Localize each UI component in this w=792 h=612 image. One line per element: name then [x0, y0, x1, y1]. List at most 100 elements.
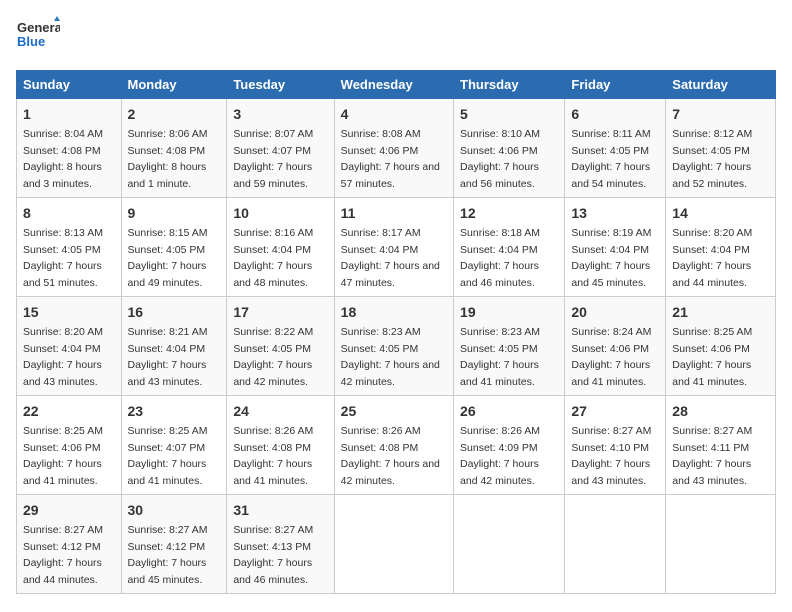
cell-info: Sunrise: 8:23 AMSunset: 4:05 PMDaylight:… [460, 326, 540, 388]
cell-info: Sunrise: 8:27 AMSunset: 4:11 PMDaylight:… [672, 425, 752, 487]
cell-info: Sunrise: 8:06 AMSunset: 4:08 PMDaylight:… [128, 128, 208, 190]
day-number: 11 [341, 203, 447, 224]
cell-info: Sunrise: 8:13 AMSunset: 4:05 PMDaylight:… [23, 227, 103, 289]
cell-info: Sunrise: 8:23 AMSunset: 4:05 PMDaylight:… [341, 326, 440, 388]
day-cell: 10Sunrise: 8:16 AMSunset: 4:04 PMDayligh… [227, 198, 334, 297]
col-header-sunday: Sunday [17, 71, 122, 99]
day-cell: 19 Sunrise: 8:23 AMSunset: 4:05 PMDayligh… [454, 297, 565, 396]
day-number: 28 [672, 401, 769, 422]
day-number: 16 [128, 302, 221, 323]
cell-info: Sunrise: 8:20 AMSunset: 4:04 PMDaylight:… [23, 326, 103, 388]
cell-info: Sunrise: 8:04 AMSunset: 4:08 PMDaylight:… [23, 128, 103, 190]
day-number: 1 [23, 104, 115, 125]
day-cell: 24 Sunrise: 8:26 AMSunset: 4:08 PMDayligh… [227, 396, 334, 495]
day-cell: 16 Sunrise: 8:21 AMSunset: 4:04 PMDayligh… [121, 297, 227, 396]
day-number: 2 [128, 104, 221, 125]
day-cell: 5 Sunrise: 8:10 AMSunset: 4:06 PMDaylight… [454, 99, 565, 198]
day-cell: 20 Sunrise: 8:24 AMSunset: 4:06 PMDayligh… [565, 297, 666, 396]
col-header-wednesday: Wednesday [334, 71, 453, 99]
day-number: 6 [571, 104, 659, 125]
day-cell: 14 Sunrise: 8:20 AMSunset: 4:04 PMDayligh… [666, 198, 776, 297]
logo: General Blue [16, 16, 60, 60]
logo-svg: General Blue [16, 16, 60, 60]
col-header-saturday: Saturday [666, 71, 776, 99]
cell-info: Sunrise: 8:10 AMSunset: 4:06 PMDaylight:… [460, 128, 540, 190]
day-cell: 3 Sunrise: 8:07 AMSunset: 4:07 PMDaylight… [227, 99, 334, 198]
day-number: 27 [571, 401, 659, 422]
cell-info: Sunrise: 8:12 AMSunset: 4:05 PMDaylight:… [672, 128, 752, 190]
cell-info: Sunrise: 8:11 AMSunset: 4:05 PMDaylight:… [571, 128, 650, 190]
day-cell: 31 Sunrise: 8:27 AMSunset: 4:13 PMDayligh… [227, 495, 334, 594]
day-cell: 22 Sunrise: 8:25 AMSunset: 4:06 PMDayligh… [17, 396, 122, 495]
day-number: 12 [460, 203, 558, 224]
cell-info: Sunrise: 8:15 AMSunset: 4:05 PMDaylight:… [128, 227, 208, 289]
day-number: 26 [460, 401, 558, 422]
cell-info: Sunrise: 8:27 AMSunset: 4:12 PMDaylight:… [128, 524, 208, 586]
day-number: 31 [233, 500, 327, 521]
day-cell [565, 495, 666, 594]
day-cell: 9 Sunrise: 8:15 AMSunset: 4:05 PMDaylight… [121, 198, 227, 297]
cell-info: Sunrise: 8:26 AMSunset: 4:08 PMDaylight:… [233, 425, 313, 487]
day-number: 13 [571, 203, 659, 224]
cell-info: Sunrise: 8:19 AMSunset: 4:04 PMDaylight:… [571, 227, 651, 289]
cell-info: Sunrise: 8:20 AMSunset: 4:04 PMDaylight:… [672, 227, 752, 289]
day-cell: 11 Sunrise: 8:17 AMSunset: 4:04 PMDayligh… [334, 198, 453, 297]
day-cell [666, 495, 776, 594]
day-number: 9 [128, 203, 221, 224]
cell-info: Sunrise: 8:26 AMSunset: 4:08 PMDaylight:… [341, 425, 440, 487]
cell-info: Sunrise: 8:21 AMSunset: 4:04 PMDaylight:… [128, 326, 208, 388]
day-cell: 25Sunrise: 8:26 AMSunset: 4:08 PMDayligh… [334, 396, 453, 495]
svg-text:Blue: Blue [17, 34, 45, 49]
day-number: 22 [23, 401, 115, 422]
week-row-1: 1 Sunrise: 8:04 AMSunset: 4:08 PMDaylight… [17, 99, 776, 198]
cell-info: Sunrise: 8:25 AMSunset: 4:07 PMDaylight:… [128, 425, 208, 487]
cell-info: Sunrise: 8:08 AMSunset: 4:06 PMDaylight:… [341, 128, 440, 190]
day-cell: 12Sunrise: 8:18 AMSunset: 4:04 PMDayligh… [454, 198, 565, 297]
day-cell: 26 Sunrise: 8:26 AMSunset: 4:09 PMDayligh… [454, 396, 565, 495]
day-cell [334, 495, 453, 594]
header: General Blue [16, 16, 776, 60]
day-number: 14 [672, 203, 769, 224]
day-cell: 8 Sunrise: 8:13 AMSunset: 4:05 PMDaylight… [17, 198, 122, 297]
col-header-thursday: Thursday [454, 71, 565, 99]
header-row: SundayMondayTuesdayWednesdayThursdayFrid… [17, 71, 776, 99]
cell-info: Sunrise: 8:07 AMSunset: 4:07 PMDaylight:… [233, 128, 313, 190]
day-number: 3 [233, 104, 327, 125]
day-number: 29 [23, 500, 115, 521]
day-number: 19 [460, 302, 558, 323]
day-cell: 1 Sunrise: 8:04 AMSunset: 4:08 PMDaylight… [17, 99, 122, 198]
calendar-table: SundayMondayTuesdayWednesdayThursdayFrid… [16, 70, 776, 594]
day-cell: 13 Sunrise: 8:19 AMSunset: 4:04 PMDayligh… [565, 198, 666, 297]
col-header-monday: Monday [121, 71, 227, 99]
day-number: 24 [233, 401, 327, 422]
day-cell: 6 Sunrise: 8:11 AMSunset: 4:05 PMDaylight… [565, 99, 666, 198]
day-number: 8 [23, 203, 115, 224]
day-cell: 21Sunrise: 8:25 AMSunset: 4:06 PMDayligh… [666, 297, 776, 396]
cell-info: Sunrise: 8:27 AMSunset: 4:13 PMDaylight:… [233, 524, 313, 586]
week-row-3: 15Sunrise: 8:20 AMSunset: 4:04 PMDayligh… [17, 297, 776, 396]
day-number: 20 [571, 302, 659, 323]
day-cell: 28 Sunrise: 8:27 AMSunset: 4:11 PMDayligh… [666, 396, 776, 495]
cell-info: Sunrise: 8:16 AMSunset: 4:04 PMDaylight:… [233, 227, 313, 289]
day-number: 23 [128, 401, 221, 422]
day-cell [454, 495, 565, 594]
day-cell: 4 Sunrise: 8:08 AMSunset: 4:06 PMDaylight… [334, 99, 453, 198]
day-cell: 2 Sunrise: 8:06 AMSunset: 4:08 PMDaylight… [121, 99, 227, 198]
day-cell: 30 Sunrise: 8:27 AMSunset: 4:12 PMDayligh… [121, 495, 227, 594]
day-cell: 7Sunrise: 8:12 AMSunset: 4:05 PMDaylight… [666, 99, 776, 198]
day-number: 4 [341, 104, 447, 125]
week-row-5: 29 Sunrise: 8:27 AMSunset: 4:12 PMDayligh… [17, 495, 776, 594]
cell-info: Sunrise: 8:17 AMSunset: 4:04 PMDaylight:… [341, 227, 440, 289]
day-number: 30 [128, 500, 221, 521]
cell-info: Sunrise: 8:27 AMSunset: 4:12 PMDaylight:… [23, 524, 103, 586]
col-header-friday: Friday [565, 71, 666, 99]
week-row-2: 8 Sunrise: 8:13 AMSunset: 4:05 PMDaylight… [17, 198, 776, 297]
day-number: 17 [233, 302, 327, 323]
cell-info: Sunrise: 8:22 AMSunset: 4:05 PMDaylight:… [233, 326, 313, 388]
day-number: 5 [460, 104, 558, 125]
cell-info: Sunrise: 8:24 AMSunset: 4:06 PMDaylight:… [571, 326, 651, 388]
cell-info: Sunrise: 8:26 AMSunset: 4:09 PMDaylight:… [460, 425, 540, 487]
cell-info: Sunrise: 8:27 AMSunset: 4:10 PMDaylight:… [571, 425, 651, 487]
day-number: 21 [672, 302, 769, 323]
cell-info: Sunrise: 8:25 AMSunset: 4:06 PMDaylight:… [23, 425, 103, 487]
